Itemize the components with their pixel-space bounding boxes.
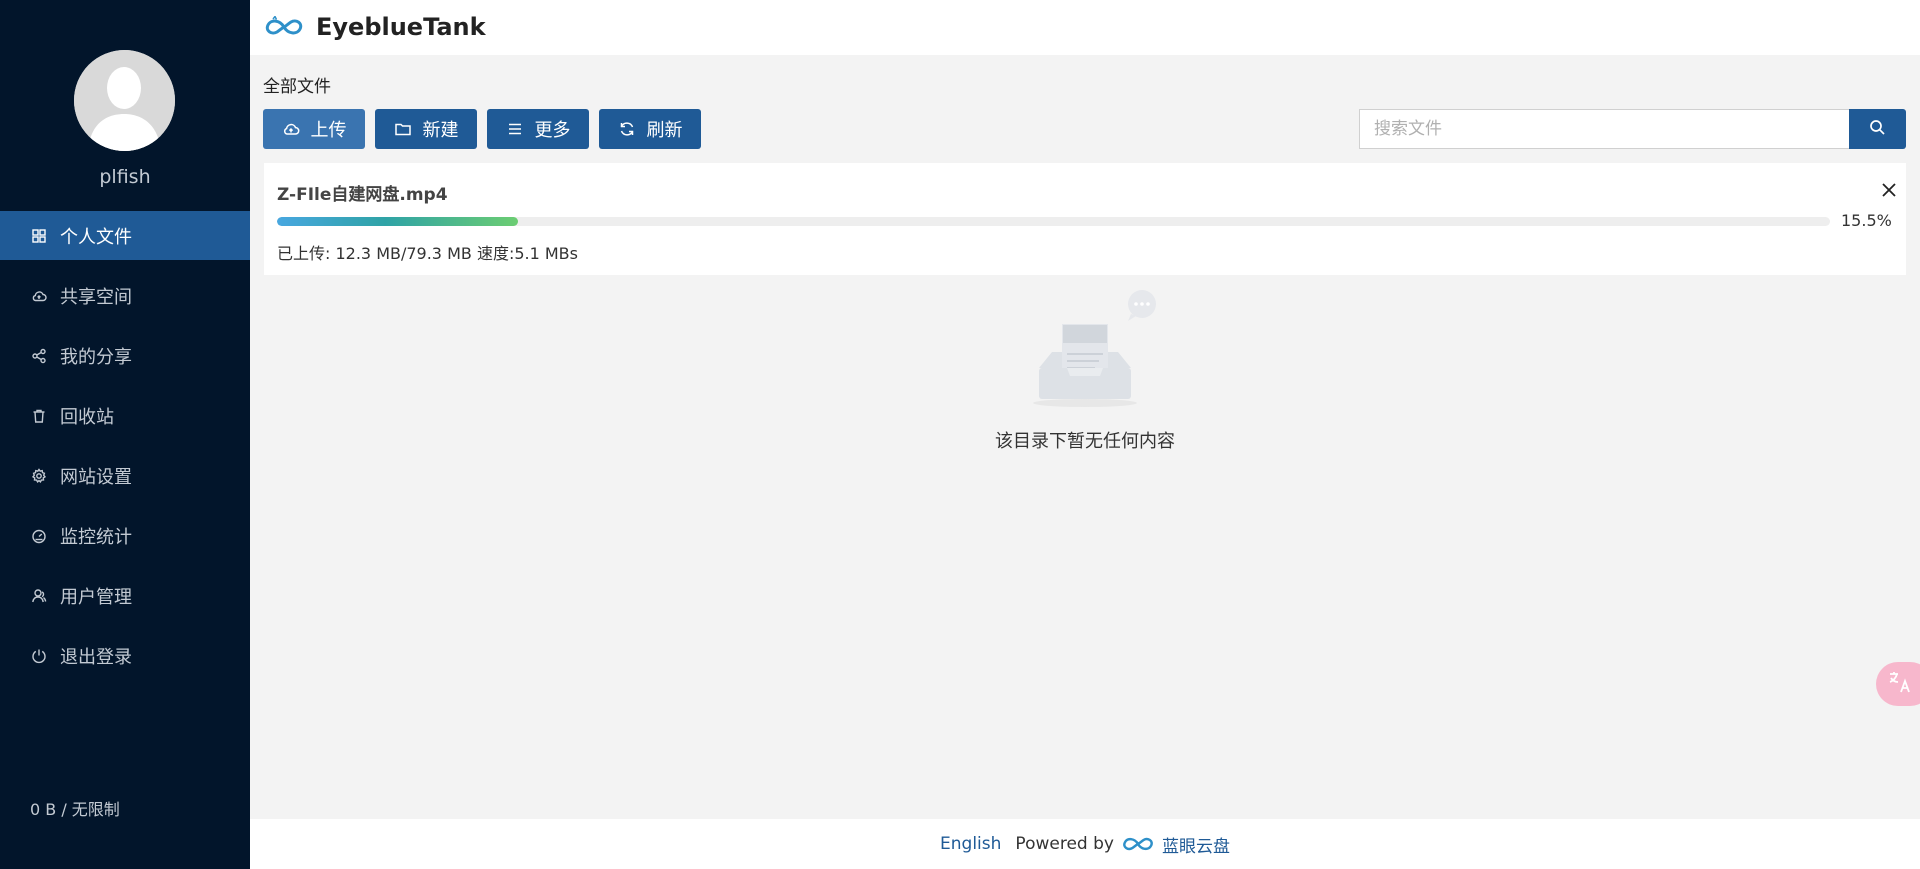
breadcrumb[interactable]: 全部文件: [263, 72, 331, 97]
upload-progress-fill: [277, 217, 518, 226]
menu-icon: [506, 120, 524, 138]
search-input[interactable]: [1359, 109, 1849, 149]
upload-button-label: 上传: [310, 120, 347, 141]
app-title[interactable]: EyeblueTank: [316, 13, 486, 41]
sidebar-item-my-shares[interactable]: 我的分享: [0, 331, 250, 380]
footer: English Powered by 蓝眼云盘: [250, 819, 1920, 869]
close-icon[interactable]: [1878, 179, 1900, 201]
dashboard-icon: [30, 527, 48, 545]
brand-link[interactable]: 蓝眼云盘: [1162, 832, 1230, 857]
sidebar-item-label: 监控统计: [60, 526, 132, 548]
search-icon: [1869, 119, 1886, 140]
refresh-icon: [618, 120, 636, 138]
infinity-logo-icon[interactable]: [263, 15, 305, 42]
top-header: EyeblueTank: [250, 0, 1920, 55]
refresh-button[interactable]: 刷新: [599, 109, 701, 149]
sidebar-item-label: 用户管理: [60, 586, 132, 608]
upload-file-name: Z-FIle自建网盘.mp4: [277, 185, 448, 205]
upload-progress-bar: [277, 217, 1830, 226]
upload-progress-card: Z-FIle自建网盘.mp4 15.5% 已上传: 12.3 MB/79.3 M…: [264, 163, 1906, 275]
sidebar-item-label: 网站设置: [60, 466, 132, 488]
infinity-logo-icon: [1120, 835, 1156, 853]
translate-icon: [1887, 670, 1913, 698]
new-button[interactable]: 新建: [375, 109, 477, 149]
share-icon: [30, 347, 48, 365]
cloud-upload-icon: [282, 120, 300, 138]
sidebar-item-personal-files[interactable]: 个人文件: [0, 211, 250, 260]
upload-progress-percent: 15.5%: [1841, 211, 1892, 230]
upload-button[interactable]: 上传: [263, 109, 365, 149]
powered-by-text: Powered by: [1015, 834, 1114, 854]
username: plfish: [99, 166, 151, 188]
more-button-label: 更多: [534, 120, 571, 141]
sidebar-item-label: 个人文件: [60, 226, 132, 248]
folder-icon: [394, 120, 412, 138]
storage-quota: 0 B / 无限制: [30, 800, 120, 819]
more-button[interactable]: 更多: [487, 109, 589, 149]
sidebar-item-shared-space[interactable]: 共享空间: [0, 271, 250, 320]
empty-inbox-icon: [1025, 290, 1165, 414]
user-icon: [30, 587, 48, 605]
sidebar-item-logout[interactable]: 退出登录: [0, 631, 250, 680]
sidebar-item-site-settings[interactable]: 网站设置: [0, 451, 250, 500]
sidebar-item-label: 我的分享: [60, 346, 132, 368]
refresh-button-label: 刷新: [646, 120, 683, 141]
upload-status-text: 已上传: 12.3 MB/79.3 MB 速度:5.1 MBs: [277, 244, 578, 263]
grid-icon: [30, 227, 48, 245]
avatar[interactable]: [74, 50, 175, 151]
sidebar-item-label: 共享空间: [60, 286, 132, 308]
new-button-label: 新建: [422, 120, 459, 141]
language-switch-link[interactable]: English: [940, 834, 1001, 854]
sidebar-item-label: 回收站: [60, 406, 114, 428]
cloud-icon: [30, 287, 48, 305]
power-icon: [30, 647, 48, 665]
translate-button[interactable]: [1876, 662, 1920, 706]
sidebar-item-user-management[interactable]: 用户管理: [0, 571, 250, 620]
sidebar-item-monitoring[interactable]: 监控统计: [0, 511, 250, 560]
default-avatar-icon: [74, 50, 175, 151]
trash-icon: [30, 407, 48, 425]
empty-state-message: 该目录下暂无任何内容: [995, 431, 1175, 452]
gear-icon: [30, 467, 48, 485]
sidebar-item-label: 退出登录: [60, 646, 132, 668]
search-button[interactable]: [1849, 109, 1906, 149]
